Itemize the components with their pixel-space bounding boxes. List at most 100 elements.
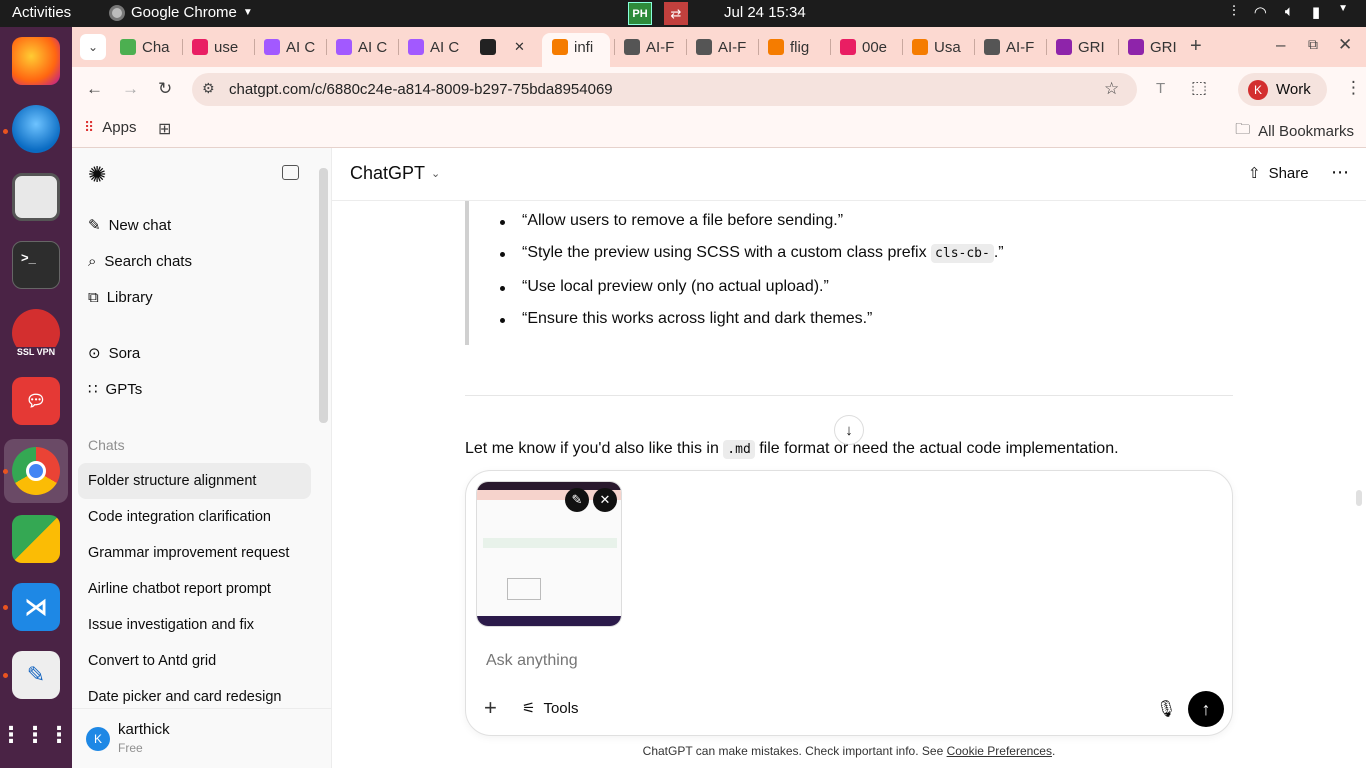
close-sidebar-icon[interactable] <box>282 165 299 180</box>
chrome-icon[interactable] <box>12 447 60 495</box>
chat-app-icon[interactable]: 💬︎ <box>12 377 60 425</box>
chat-history-item[interactable]: Folder structure alignment <box>78 463 311 499</box>
thumbnail-bottom-bar <box>477 616 621 626</box>
text-editor-icon[interactable]: ✎ <box>12 651 60 699</box>
tab-separator <box>398 39 399 55</box>
tab-item[interactable]: AI C <box>336 34 387 60</box>
apps-bookmark[interactable]: ⠿ Apps <box>84 119 136 136</box>
translate-icon[interactable]: T <box>1156 80 1165 97</box>
tab-label: AI C <box>286 38 316 56</box>
tab-groups-icon[interactable]: ⊞ <box>158 119 171 139</box>
send-button[interactable]: ↑ <box>1188 691 1224 727</box>
user-profile[interactable]: K karthick Free <box>72 708 331 768</box>
bookmark-star-icon[interactable]: ☆ <box>1104 79 1119 99</box>
thunderbird-icon[interactable] <box>12 105 60 153</box>
running-indicator <box>3 673 8 678</box>
network-status-icon: ⫶ <box>1231 3 1236 20</box>
tab-item[interactable]: flig <box>768 34 809 60</box>
tab-item[interactable]: GRI <box>1128 34 1177 60</box>
tab-search-icon[interactable]: ⌄ <box>80 34 106 60</box>
microphone-icon[interactable]: 🎙︎ <box>1156 699 1176 719</box>
share-icon: ⇧ <box>1248 165 1261 182</box>
nav-label: Search chats <box>104 252 192 270</box>
openai-logo-icon[interactable]: ✺ <box>88 162 106 188</box>
show-apps-icon[interactable]: ⋮⋮⋮ <box>0 711 70 759</box>
tab-separator <box>830 39 831 55</box>
ssl-vpn-icon[interactable]: SSL VPN <box>12 309 60 357</box>
model-selector[interactable]: ChatGPT ⌄ <box>350 163 440 184</box>
chat-history-item[interactable]: Code integration clarification <box>78 499 311 535</box>
main-scrollbar[interactable] <box>1356 490 1362 506</box>
clock[interactable]: Jul 24 15:34 <box>724 4 806 21</box>
user-name: karthick <box>118 721 170 738</box>
nav-search-chats[interactable]: ⌕ Search chats <box>88 251 192 271</box>
tab-item[interactable]: AI-F <box>696 34 746 60</box>
attached-image-thumbnail[interactable]: ✎ ✕ <box>476 481 622 627</box>
site-info-icon[interactable]: ⚙ <box>202 80 215 97</box>
list-item: “Allow users to remove a file before sen… <box>499 212 844 229</box>
tab-item[interactable]: AI C <box>408 34 459 60</box>
running-indicator <box>3 469 8 474</box>
chat-history-item[interactable]: Airline chatbot report prompt <box>78 571 311 607</box>
minimize-icon[interactable]: – <box>1276 35 1285 55</box>
profile-chip[interactable]: K Work <box>1238 73 1327 106</box>
tab-item[interactable]: Cha <box>120 34 170 60</box>
arrow-up-icon: ↑ <box>1201 698 1211 719</box>
system-tray[interactable]: ⫶ ◠ 🔈︎ ▮ ▼ <box>1232 3 1348 21</box>
cookie-preferences-link[interactable]: Cookie Preferences <box>947 744 1052 758</box>
address-bar[interactable]: ⚙ chatgpt.com/c/6880c24e-a814-8009-b297-… <box>192 73 1137 106</box>
nav-label: GPTs <box>105 380 143 398</box>
tab-item[interactable]: use <box>192 34 238 60</box>
tab-item[interactable]: AI-F <box>624 34 674 60</box>
more-options-icon[interactable]: ⋯ <box>1331 162 1349 183</box>
reload-icon[interactable]: ↻ <box>158 79 172 99</box>
more-menu-icon[interactable]: ⋮ <box>1345 78 1362 98</box>
all-bookmarks-button[interactable]: 🗀︎ All Bookmarks <box>1235 119 1354 144</box>
tab-item[interactable]: GRI <box>1056 34 1105 60</box>
remove-image-button[interactable]: ✕ <box>593 488 617 512</box>
tab-item[interactable]: infi <box>552 34 593 60</box>
terminal-icon[interactable]: >_ <box>12 241 60 289</box>
prompt-input[interactable] <box>486 647 1186 675</box>
edit-image-button[interactable]: ✎ <box>565 488 589 512</box>
app-menu[interactable]: Google Chrome ▼ <box>109 4 253 21</box>
tab-favicon-icon <box>984 39 1000 55</box>
sidebar-scrollbar[interactable] <box>319 168 328 423</box>
close-window-icon[interactable]: ✕ <box>1338 35 1352 55</box>
extensions-icon[interactable]: ⬚ <box>1191 78 1207 98</box>
google-chat-icon[interactable] <box>12 515 60 563</box>
tab-favicon-icon <box>120 39 136 55</box>
vscode-icon[interactable]: ⋊ <box>12 583 60 631</box>
close-tab-icon[interactable]: ✕ <box>514 39 525 55</box>
activities-button[interactable]: Activities <box>12 4 71 21</box>
tab-favicon-icon <box>1056 39 1072 55</box>
tray-ph-icon[interactable]: PH <box>628 2 652 25</box>
chrome-icon <box>109 4 125 21</box>
chat-history-item[interactable]: Convert to Antd grid <box>78 643 311 679</box>
share-button[interactable]: ⇧ Share <box>1248 164 1309 183</box>
nav-sora[interactable]: ⊙ Sora <box>88 343 140 363</box>
tab-item[interactable]: Usa <box>912 34 961 60</box>
tab-item[interactable]: 00e <box>840 34 887 60</box>
tools-button[interactable]: ⚟ Tools <box>522 699 578 718</box>
maximize-icon[interactable]: ⧉ <box>1308 36 1318 53</box>
firefox-icon[interactable] <box>12 37 60 85</box>
nav-gpts[interactable]: ∷ GPTs <box>88 379 142 399</box>
tab-active-label[interactable]: ✕ <box>480 34 525 60</box>
nav-library[interactable]: ⧉ Library <box>88 287 153 307</box>
add-attachment-icon[interactable]: + <box>484 695 497 721</box>
nav-new-chat[interactable]: ✎ New chat <box>88 215 171 235</box>
all-bookmarks-label: All Bookmarks <box>1258 123 1354 140</box>
chat-history-item[interactable]: Grammar improvement request <box>78 535 311 571</box>
chevron-down-icon: ⌄ <box>431 168 441 180</box>
tray-arrows-icon[interactable]: ⇄ <box>664 2 688 25</box>
url-text: chatgpt.com/c/6880c24e-a814-8009-b297-75… <box>229 81 613 98</box>
tab-item[interactable]: AI-F <box>984 34 1034 60</box>
apps-grid-icon: ⠿ <box>84 119 95 135</box>
back-icon[interactable]: ← <box>86 79 103 99</box>
new-tab-icon[interactable]: + <box>1190 35 1202 58</box>
tab-item[interactable]: AI C <box>264 34 315 60</box>
forward-icon[interactable]: → <box>122 79 139 99</box>
chat-history-item[interactable]: Issue investigation and fix <box>78 607 311 643</box>
files-icon[interactable] <box>12 173 60 221</box>
